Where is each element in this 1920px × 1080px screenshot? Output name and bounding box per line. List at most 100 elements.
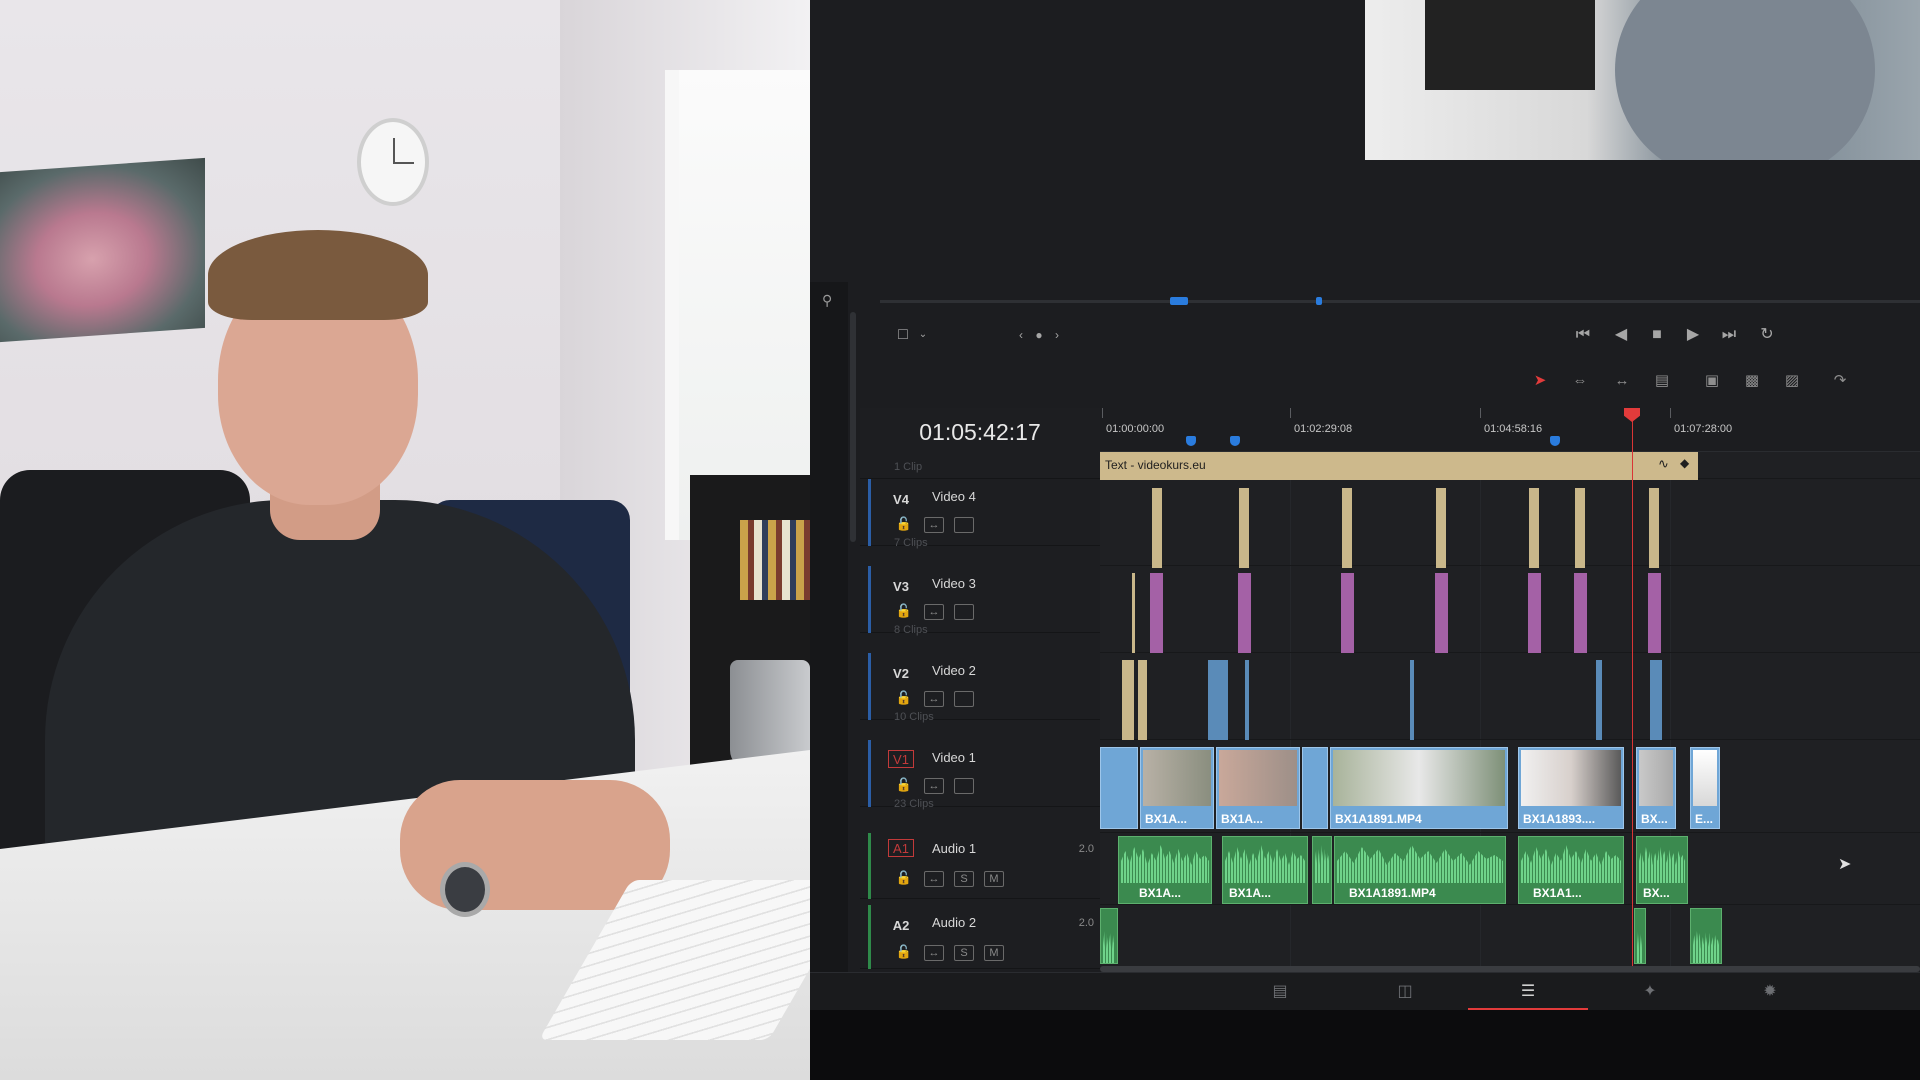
color-page-icon[interactable]: ✹: [1710, 973, 1830, 1011]
title-clip[interactable]: [1649, 488, 1659, 568]
snapping-icon[interactable]: ↷: [1826, 368, 1854, 394]
broll-clip[interactable]: [1122, 660, 1134, 740]
overlay-clip[interactable]: [1435, 573, 1448, 653]
track-visibility-icon[interactable]: [954, 517, 974, 533]
lock-icon[interactable]: 🔓: [894, 778, 914, 794]
track-visibility-icon[interactable]: [954, 604, 974, 620]
track-visibility-icon[interactable]: [954, 778, 974, 794]
broll-clip[interactable]: [1650, 660, 1662, 740]
title-clip[interactable]: [1239, 488, 1249, 568]
vertical-scrollbar[interactable]: [850, 312, 856, 542]
text-clip[interactable]: Text - videokurs.eu: [1100, 452, 1698, 480]
video-clip[interactable]: BX1A...: [1216, 747, 1300, 829]
skip-to-start-icon[interactable]: ⏮: [1570, 322, 1596, 348]
track-visibility-icon[interactable]: [954, 691, 974, 707]
solo-button[interactable]: S: [954, 945, 974, 961]
lock-icon[interactable]: 🔓: [894, 871, 914, 887]
timeline-ruler[interactable]: 01:00:00:00 01:02:29:08 01:04:58:16 01:0…: [1100, 408, 1920, 452]
fusion-page-icon[interactable]: ✦: [1590, 973, 1710, 1011]
broll-clip[interactable]: [1410, 660, 1414, 740]
auto-select-icon[interactable]: ↔: [924, 778, 944, 794]
skip-to-end-icon[interactable]: ⏭: [1716, 322, 1742, 348]
video-clip[interactable]: BX...: [1636, 747, 1676, 829]
viewer-frame[interactable]: [1365, 0, 1920, 160]
overlay-clip[interactable]: [1574, 573, 1587, 653]
mini-timeline-scrubber[interactable]: [880, 297, 1920, 305]
auto-select-icon[interactable]: ↔: [924, 871, 944, 887]
dynamic-trim-icon[interactable]: ↔: [1608, 368, 1636, 394]
audio-clip[interactable]: [1690, 908, 1722, 964]
wall-painting: [0, 157, 205, 343]
media-page-icon[interactable]: ▤: [1220, 973, 1340, 1011]
ruler-label: 01:04:58:16: [1484, 423, 1543, 435]
lock-icon[interactable]: 🔓: [894, 517, 914, 533]
video-clip[interactable]: E...: [1690, 747, 1720, 829]
video-clip[interactable]: [1302, 747, 1328, 829]
track-id-destination[interactable]: A1: [888, 839, 914, 857]
presenter-video: [0, 0, 810, 1080]
video-clip[interactable]: BX1A...: [1140, 747, 1214, 829]
broll-clip[interactable]: [1208, 660, 1228, 740]
timeline-marker[interactable]: [1186, 436, 1196, 446]
mute-button[interactable]: M: [984, 871, 1004, 887]
audio-clip[interactable]: BX1A...: [1222, 836, 1308, 904]
track-id-destination[interactable]: V1: [888, 750, 914, 768]
video-clip[interactable]: [1100, 747, 1138, 829]
title-clip[interactable]: [1342, 488, 1352, 568]
trim-icon[interactable]: ⇔: [1566, 368, 1594, 394]
audio-clip[interactable]: [1634, 908, 1646, 964]
overlay-clip[interactable]: [1238, 573, 1251, 653]
search-icon[interactable]: ⚲: [822, 292, 838, 308]
video-clip[interactable]: BX1A1893....: [1518, 747, 1624, 829]
overlay-clip[interactable]: [1648, 573, 1661, 653]
title-clip[interactable]: [1436, 488, 1446, 568]
nav-next-icon[interactable]: ›: [1044, 322, 1070, 348]
auto-select-icon[interactable]: ↔: [924, 691, 944, 707]
broll-clip[interactable]: [1138, 660, 1147, 740]
audio-clip[interactable]: BX1A1...: [1518, 836, 1624, 904]
video-clip[interactable]: BX1A1891.MP4: [1330, 747, 1508, 829]
overlay-clip[interactable]: [1528, 573, 1541, 653]
overlay-clip[interactable]: [1341, 573, 1354, 653]
overlay-clip[interactable]: [1150, 573, 1163, 653]
audio-clip[interactable]: [1312, 836, 1332, 904]
timeline[interactable]: 01:00:00:00 01:02:29:08 01:04:58:16 01:0…: [1100, 408, 1920, 970]
playhead-line[interactable]: [1632, 408, 1633, 970]
timeline-marker[interactable]: [1550, 436, 1560, 446]
title-clip[interactable]: [1575, 488, 1585, 568]
clip-label: BX...: [1641, 812, 1668, 826]
auto-select-icon[interactable]: ↔: [924, 604, 944, 620]
mute-button[interactable]: M: [984, 945, 1004, 961]
selection-arrow-icon[interactable]: ➤: [1526, 368, 1554, 394]
lock-icon[interactable]: 🔓: [894, 604, 914, 620]
keyframe-icon[interactable]: ◆: [1680, 456, 1696, 474]
play-icon[interactable]: ▶: [1680, 322, 1706, 348]
solo-button[interactable]: S: [954, 871, 974, 887]
thin-clip[interactable]: [1132, 573, 1135, 653]
auto-select-icon[interactable]: ↔: [924, 517, 944, 533]
fade-curve-icon[interactable]: ∿: [1658, 456, 1678, 474]
broll-clip[interactable]: [1245, 660, 1249, 740]
stop-icon[interactable]: ■: [1644, 322, 1670, 348]
title-clip[interactable]: [1152, 488, 1162, 568]
step-back-icon[interactable]: ◀: [1608, 322, 1634, 348]
timeline-marker[interactable]: [1230, 436, 1240, 446]
loop-icon[interactable]: ↻: [1754, 322, 1780, 348]
lock-icon[interactable]: 🔓: [894, 945, 914, 961]
audio-clip[interactable]: BX1A...: [1118, 836, 1212, 904]
blade-icon[interactable]: ▤: [1648, 368, 1676, 394]
lock-icon[interactable]: 🔓: [894, 691, 914, 707]
auto-select-icon[interactable]: ↔: [924, 945, 944, 961]
audio-clip[interactable]: BX...: [1636, 836, 1688, 904]
insert-clip-icon[interactable]: ▣: [1698, 368, 1726, 394]
audio-clip[interactable]: BX1A1891.MP4: [1334, 836, 1506, 904]
overwrite-clip-icon[interactable]: ▩: [1738, 368, 1766, 394]
presenter-hair: [208, 230, 428, 320]
title-clip[interactable]: [1529, 488, 1539, 568]
chevron-down-icon[interactable]: ⌄: [910, 322, 936, 348]
audio-clip[interactable]: [1100, 908, 1118, 964]
cut-page-icon[interactable]: ◫: [1345, 973, 1465, 1011]
broll-clip[interactable]: [1596, 660, 1602, 740]
edit-page-icon[interactable]: ☰: [1468, 973, 1588, 1011]
replace-clip-icon[interactable]: ▨: [1778, 368, 1806, 394]
